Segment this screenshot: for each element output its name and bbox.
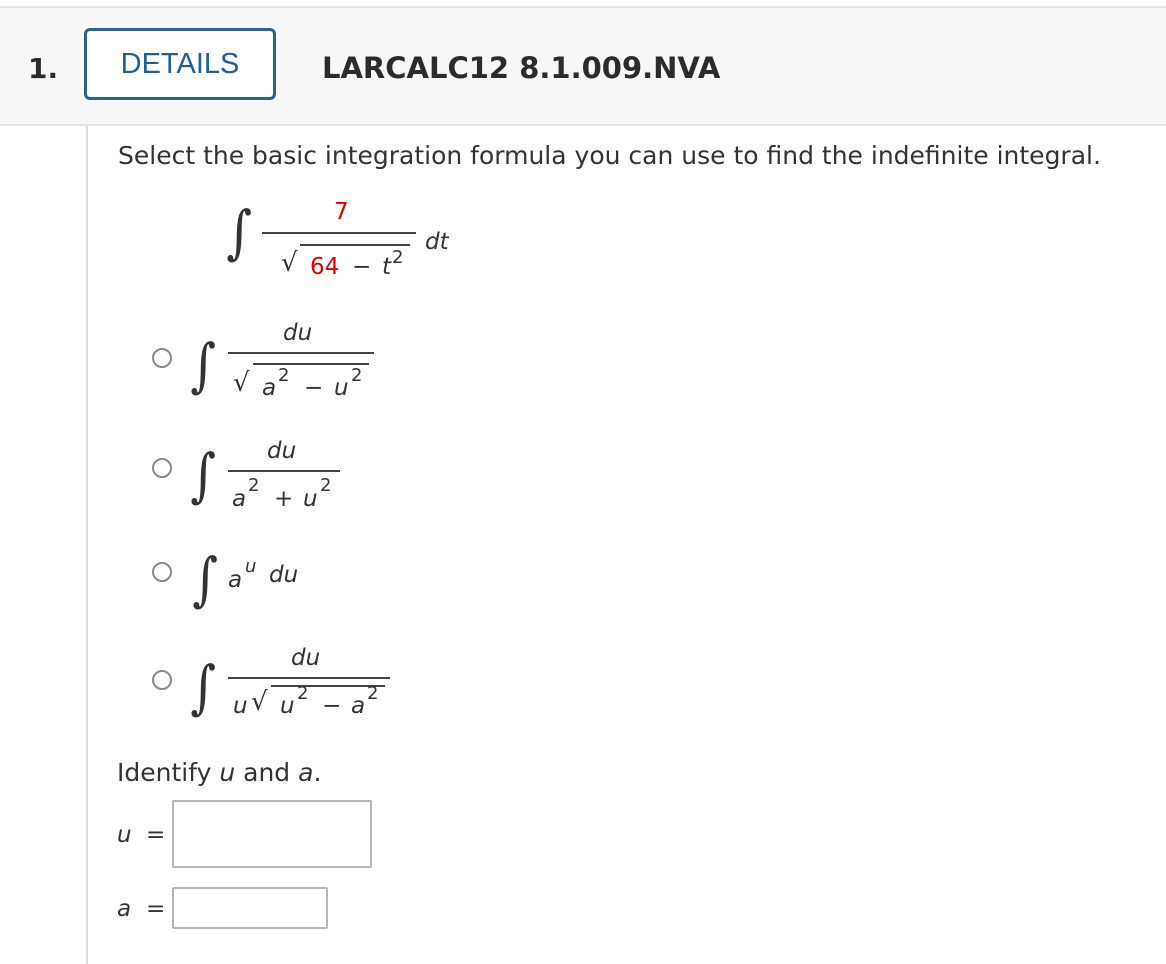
option-4-numerator: du — [291, 645, 321, 671]
integral-sign: ∫ — [190, 653, 216, 721]
integral-sign: ∫ — [190, 331, 216, 399]
u-answer-input[interactable] — [172, 800, 372, 868]
option-4-fraction-bar — [228, 677, 390, 679]
var-u: u — [303, 486, 318, 512]
radicand-const: 64 — [310, 254, 340, 280]
option-2-numerator: du — [267, 438, 297, 464]
var-a: a — [262, 375, 277, 401]
exp-2: 2 — [297, 683, 309, 704]
exp-2: 2 — [320, 475, 332, 496]
option-3-du: du — [269, 562, 299, 588]
var-a: a — [351, 693, 366, 719]
minus: − — [304, 375, 324, 401]
option-1-radio[interactable] — [152, 348, 172, 368]
u-label: u — [117, 822, 132, 848]
var-a: a — [228, 567, 243, 593]
plus: + — [274, 486, 294, 512]
exp-2: 2 — [278, 365, 290, 386]
a-answer-input[interactable] — [172, 887, 328, 929]
minus: − — [322, 693, 342, 719]
integral-sign: ∫ — [192, 545, 218, 613]
integral-differential: dt — [425, 229, 449, 255]
integral-sign: ∫ — [190, 441, 216, 509]
question-number: 1. — [28, 52, 59, 85]
exp-u: u — [245, 556, 257, 577]
option-2-fraction-bar — [228, 470, 340, 472]
identify-u-var: u — [219, 758, 236, 787]
content-left-border — [86, 126, 88, 964]
var-a: a — [232, 486, 247, 512]
question-id: LARCALC12 8.1.009.NVA — [322, 51, 721, 85]
var-u: u — [334, 375, 349, 401]
option-1-fraction-bar — [228, 352, 374, 354]
integral-fraction-bar — [262, 232, 416, 234]
top-rule — [0, 0, 1166, 8]
identify-and: and — [235, 758, 299, 787]
a-label: a — [117, 896, 132, 922]
option-4-radio[interactable] — [152, 670, 172, 690]
integral-numerator: 7 — [334, 199, 349, 225]
option-3-radio[interactable] — [152, 562, 172, 582]
exp-2: 2 — [367, 683, 379, 704]
question-prompt: Select the basic integration formula you… — [118, 141, 1101, 170]
details-button[interactable]: DETAILS — [84, 28, 276, 100]
question-header: 1. DETAILS LARCALC12 8.1.009.NVA — [0, 8, 1166, 126]
radicand-exp: 2 — [392, 247, 404, 268]
identify-text: Identify — [117, 758, 220, 787]
identify-period: . — [313, 758, 322, 787]
integral-sign: ∫ — [226, 198, 252, 266]
a-equals: = — [146, 896, 166, 922]
radicand-minus: − — [352, 254, 372, 280]
exp-2: 2 — [248, 475, 260, 496]
radical-sign: √ — [251, 687, 268, 717]
radical-sign: √ — [233, 368, 250, 398]
var-u: u — [280, 693, 295, 719]
var-u: u — [233, 693, 248, 719]
radical-sign: √ — [281, 248, 298, 278]
identify-instruction: Identify u and a. — [117, 758, 321, 787]
option-2-radio[interactable] — [152, 458, 172, 478]
exp-2: 2 — [351, 365, 363, 386]
radical-bar — [300, 244, 410, 246]
radicand-var: t — [382, 254, 392, 280]
u-equals: = — [146, 822, 166, 848]
option-1-numerator: du — [283, 320, 313, 346]
identify-a-var: a — [298, 758, 314, 787]
